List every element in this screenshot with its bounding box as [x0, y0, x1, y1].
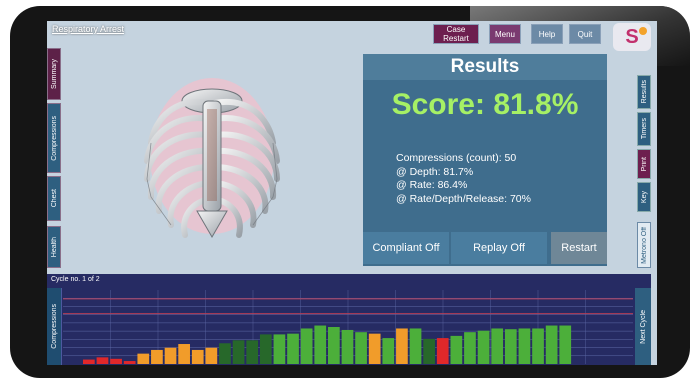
compression-bar [83, 359, 95, 364]
compression-bar [518, 328, 531, 364]
results-title: Results [363, 54, 607, 80]
results-stats: Compressions (count): 50 @ Depth: 81.7% … [396, 152, 531, 206]
rate-depth-release-percent: @ Rate/Depth/Release: 70% [396, 192, 531, 205]
menu-button[interactable]: Menu [489, 24, 521, 44]
compression-bar [110, 358, 122, 364]
compression-bar [368, 333, 381, 364]
tab-key-label: Key [640, 190, 648, 204]
compression-bar [232, 340, 245, 364]
compression-bar [314, 325, 327, 364]
compression-bar [341, 329, 354, 364]
tab-key[interactable]: Key [637, 182, 651, 212]
compression-bar [504, 329, 517, 364]
tab-summary[interactable]: Summary [47, 48, 61, 100]
rate-percent: @ Rate: 86.4% [396, 179, 468, 191]
app-screen: Respiratory Arrest Case Restart Menu Hel… [47, 21, 657, 365]
compression-bar [205, 347, 218, 364]
tab-results[interactable]: Results [637, 75, 651, 109]
compression-bar [436, 338, 449, 364]
compression-bar [355, 332, 367, 364]
depth-percent: @ Depth: 81.7% [396, 165, 474, 178]
tab-compressions-label: Compressions [50, 115, 58, 161]
tab-chest-label: Chest [50, 189, 58, 208]
compression-bar [545, 325, 558, 364]
compressions-chart-panel: Cycle no. 1 of 2 Compressions Next Cycle [47, 274, 651, 365]
next-cycle-button[interactable]: Next Cycle [635, 288, 651, 365]
compression-bar [219, 343, 231, 364]
compression-bar [409, 328, 422, 364]
compression-bar [559, 325, 572, 364]
compressions-count: Compressions (count): 50 [396, 152, 517, 164]
restart-button[interactable]: Restart [551, 232, 607, 264]
compression-bar [259, 334, 272, 364]
tab-health[interactable]: Health [47, 226, 61, 268]
tab-health-label: Health [50, 236, 58, 258]
compression-bar [287, 333, 299, 364]
ribcage-image [144, 78, 280, 239]
tab-chest[interactable]: Chest [47, 176, 61, 221]
compression-bar [191, 349, 204, 364]
compression-bar [450, 335, 463, 364]
results-panel: Results Score: 81.8% Compressions (count… [363, 54, 607, 266]
tab-results-label: Results [640, 80, 648, 104]
compression-bar [396, 328, 408, 364]
tab-timers[interactable]: Timers [637, 112, 651, 146]
metronome-toggle-label: Metrono Off [640, 226, 648, 264]
quit-button[interactable]: Quit [569, 24, 601, 44]
next-cycle-label: Next Cycle [639, 309, 647, 344]
metronome-toggle[interactable]: Metrono Off [637, 222, 651, 268]
compression-bar [464, 332, 476, 364]
compression-bar [423, 338, 435, 364]
tab-summary-label: Summary [50, 59, 58, 89]
logo-dot-icon [639, 27, 647, 35]
compression-bar [477, 330, 490, 364]
compression-bar [151, 349, 163, 364]
compression-bar [382, 338, 395, 364]
compliant-toggle-button[interactable]: Compliant Off [363, 232, 449, 264]
tab-timers-label: Timers [640, 118, 648, 140]
scenario-title[interactable]: Respiratory Arrest [52, 24, 124, 34]
compressions-axis-tab: Compressions [47, 288, 62, 365]
compression-bar [164, 347, 177, 364]
compression-bar [178, 344, 190, 364]
logo-letter: S [625, 25, 639, 48]
score-value: Score: 81.8% [391, 88, 579, 121]
compression-bar [491, 328, 504, 364]
case-restart-button[interactable]: Case Restart [433, 24, 479, 44]
compression-bar [273, 334, 286, 364]
compression-bar [300, 328, 313, 364]
compression-bar [532, 328, 544, 364]
app-logo: S [613, 23, 651, 51]
compression-bar [328, 327, 340, 364]
cycle-label: Cycle no. 1 of 2 [51, 276, 100, 283]
compressions-axis-label: Compressions [50, 304, 58, 349]
compression-bar [123, 361, 136, 364]
compression-bar [246, 340, 259, 364]
tab-compressions[interactable]: Compressions [47, 103, 61, 173]
tab-print-label: Print [640, 156, 648, 172]
compression-bar [137, 353, 150, 364]
compressions-bar-chart [63, 290, 633, 364]
replay-toggle-button[interactable]: Replay Off [451, 232, 547, 264]
help-button[interactable]: Help [531, 24, 563, 44]
compression-bar [96, 357, 109, 364]
tab-print[interactable]: Print [637, 149, 651, 179]
